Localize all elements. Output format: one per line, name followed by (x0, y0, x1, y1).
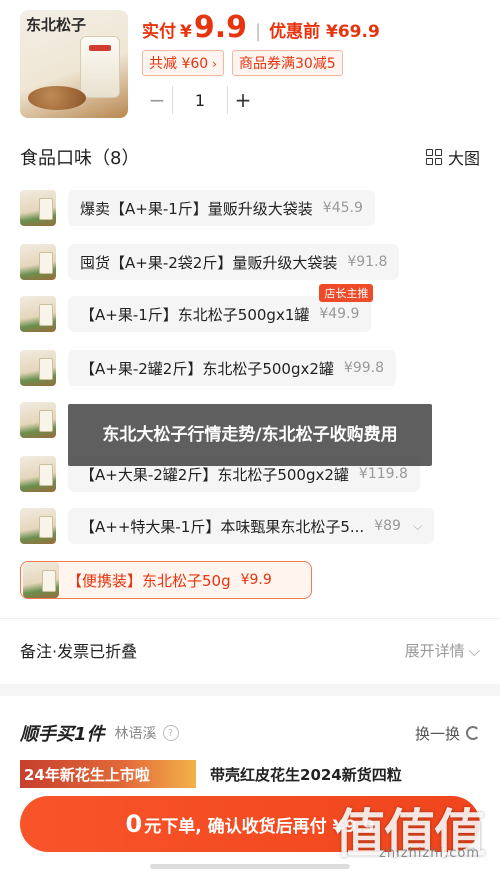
grid-icon (425, 149, 442, 165)
variant-pill: 【A++特大果-1斤】本味甄果东北松子5... ¥89 ⌵ (68, 508, 435, 544)
variant-thumbnail (20, 296, 56, 332)
variant-option[interactable]: 【A+果-1斤】东北松子500gx1罐 ¥49.9 店长主推 (20, 284, 374, 334)
quantity-value[interactable]: 1 (172, 86, 228, 114)
variant-pill: 囤货【A+果-2袋2斤】量贩升级大袋装 ¥91.8 (68, 244, 400, 280)
cta-amount: 0 (125, 810, 143, 838)
recommend-badge: 店长主推 (319, 284, 374, 302)
variant-option[interactable]: 囤货【A+果-2袋2斤】量贩升级大袋装 ¥91.8 (20, 242, 400, 282)
variant-option[interactable]: 【A+果-2罐2斤】东北松子500gx2罐 ¥99.8 (20, 348, 396, 388)
product-image-subtext (26, 38, 76, 68)
variant-pill: 爆卖【A+果-1斤】量贩升级大袋装 ¥45.9 (68, 190, 375, 226)
variant-name: 【A+大果-2罐2斤】东北松子500gx2罐 (80, 465, 349, 484)
price-separator: | (255, 21, 262, 42)
buy-along-header: 顺手买1件 林语溪 ? 换一换 (20, 720, 480, 746)
buy-along-item[interactable]: 24年新花生上市啦 带壳红皮花生2024新货四粒 (20, 760, 480, 788)
variant-pill: 【A+果-2罐2斤】东北松子500gx2罐 ¥99.8 (68, 350, 396, 386)
variant-thumbnail (20, 402, 56, 438)
home-indicator (150, 864, 350, 869)
variant-price: ¥49.9 (319, 306, 360, 322)
buy-along-item-image: 24年新花生上市啦 (20, 760, 196, 788)
quantity-stepper: − 1 + (142, 86, 258, 114)
product-image-brand: 东北松子 (26, 16, 87, 34)
variant-thumbnail (20, 456, 56, 492)
variant-name: 爆卖【A+果-1斤】量贩升级大袋装 (80, 199, 313, 218)
pay-amount: 9.9 (193, 10, 247, 45)
remarks-row[interactable]: 备注·发票已折叠 展开详情 ⌵ (20, 638, 480, 662)
promo-tags: 共减 ¥60 › 商品券满30减5 (142, 50, 343, 76)
title-overlay-banner: 东北大松子行情走势/东北松子收购费用 (68, 404, 432, 466)
variant-thumbnail (23, 562, 59, 598)
buy-along-title: 顺手买1件 (20, 724, 105, 745)
variant-thumbnail (20, 190, 56, 226)
decrease-button[interactable]: − (142, 86, 172, 114)
buy-along-banner-text: 24年新花生上市啦 (24, 766, 150, 784)
variant-name: 【便携装】东北松子50g (67, 571, 231, 590)
product-image[interactable]: 东北松子 (20, 10, 128, 118)
variant-price: ¥99.8 (343, 360, 384, 376)
large-view-label: 大图 (447, 149, 480, 168)
variant-option[interactable]: 【A++特大果-1斤】本味甄果东北松子5... ¥89 ⌵ (20, 506, 435, 546)
discount-tag-label: 共减 ¥60 (149, 56, 209, 72)
chevron-right-icon: › (212, 57, 217, 71)
buy-along-user: 林语溪 (114, 726, 157, 742)
variant-pill: 【A+果-1斤】东北松子500gx1罐 ¥49.9 店长主推 (68, 284, 374, 332)
overlay-text: 东北大松子行情走势/东北松子收购费用 (102, 425, 398, 445)
discount-tag[interactable]: 共减 ¥60 › (142, 50, 224, 76)
product-image-nuts (28, 86, 86, 110)
price-row: 实付 ¥ 9.9 | 优惠前 ¥69.9 (142, 10, 380, 50)
variant-thumbnail (20, 350, 56, 386)
help-icon[interactable]: ? (162, 725, 179, 741)
product-image-jar (80, 36, 120, 98)
coupon-tag[interactable]: 商品券满30减5 (231, 50, 343, 76)
variant-thumbnail (20, 244, 56, 280)
variant-thumbnail (20, 508, 56, 544)
refresh-label: 换一换 (414, 724, 460, 743)
chevron-down-icon: ⌵ (468, 641, 480, 660)
pay-label: 实付 (142, 22, 176, 42)
variant-price: ¥119.8 (358, 466, 408, 482)
variant-price: ¥89 (374, 518, 401, 534)
variant-price: ¥91.8 (347, 254, 388, 270)
product-summary: 东北松子 实付 ¥ 9.9 | 优惠前 ¥69.9 共减 ¥60 › 商品券满30… (0, 0, 500, 130)
section-gap (0, 684, 500, 696)
flavor-header: 食品口味（8） 大图 (20, 144, 480, 170)
original-price: 优惠前 ¥69.9 (269, 22, 380, 42)
expand-details-label: 展开详情 (404, 641, 465, 660)
variant-name: 【A++特大果-1斤】本味甄果东北松子5... (80, 517, 365, 536)
flavor-title: 食品口味（8） (20, 148, 140, 169)
refresh-icon (466, 726, 480, 740)
currency-symbol: ¥ (180, 22, 192, 42)
variant-pill: 【便携装】东北松子50g ¥9.9 (67, 562, 272, 598)
divider (0, 618, 500, 619)
variant-name: 【A+果-2罐2斤】东北松子500gx2罐 (80, 359, 334, 378)
coupon-tag-label: 商品券满30减5 (238, 56, 336, 72)
large-view-toggle[interactable]: 大图 (425, 145, 480, 169)
watermark-url: zhizhizhi.com (379, 846, 480, 861)
variant-option-hidden[interactable] (20, 400, 56, 440)
increase-button[interactable]: + (228, 86, 258, 114)
variant-price: ¥45.9 (322, 200, 363, 216)
buy-along-item-name: 带壳红皮花生2024新货四粒 (210, 765, 402, 784)
variant-price: ¥9.9 (240, 572, 272, 588)
variant-name: 【A+果-1斤】东北松子500gx1罐 (80, 305, 310, 324)
expand-details[interactable]: 展开详情 ⌵ (405, 640, 480, 661)
variant-name: 囤货【A+果-2袋2斤】量贩升级大袋装 (80, 253, 338, 272)
remarks-label: 备注·发票已折叠 (20, 642, 138, 661)
chevron-down-icon[interactable]: ⌵ (413, 519, 422, 534)
variant-option-selected[interactable]: 【便携装】东北松子50g ¥9.9 (20, 561, 312, 599)
refresh-button[interactable]: 换一换 (415, 723, 480, 744)
variant-option[interactable]: 爆卖【A+果-1斤】量贩升级大袋装 ¥45.9 (20, 188, 375, 228)
